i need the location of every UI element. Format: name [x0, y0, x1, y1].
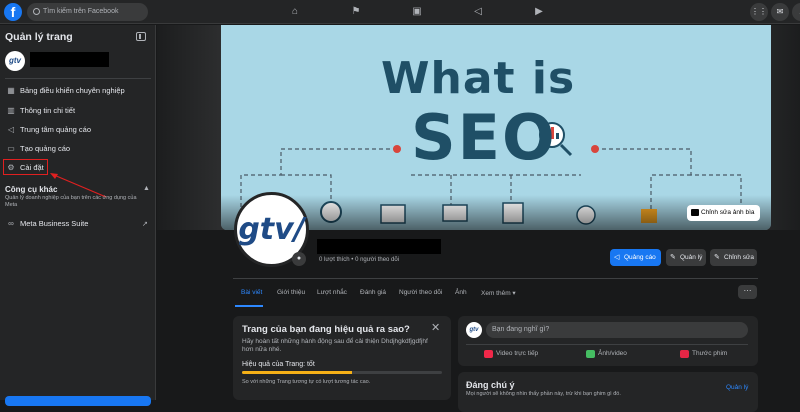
external-link-icon[interactable]: ↗: [142, 220, 148, 228]
reels-label: Thước phim: [692, 350, 728, 357]
sidebar-bottom-button[interactable]: [5, 396, 151, 406]
edit-page-button-label: Chỉnh sửa: [724, 254, 755, 261]
performance-progress-fill: [242, 371, 352, 374]
marketplace-icon[interactable]: ▣: [410, 5, 424, 19]
performance-title: Trang của bạn đang hiệu quả ra sao?: [242, 324, 410, 335]
divider: [466, 344, 748, 345]
page-management-sidebar: Quản lý trang gtv ▦ Bảng điều khiển chuy…: [0, 25, 156, 406]
ads-button[interactable]: ◁ Quảng cáo: [610, 249, 661, 266]
featured-section-card: Đáng chú ý Quản lý Mọi người sẽ không nh…: [458, 372, 758, 412]
flag-icon[interactable]: ⚑: [349, 5, 363, 19]
post-composer-input[interactable]: Bạn đang nghĩ gì?: [486, 322, 748, 338]
page-main: What is SEO Chỉnh sửa ảnh bìa gtv/ ● 0 l…: [157, 25, 800, 412]
more-options-button[interactable]: ···: [738, 285, 757, 299]
featured-title: Đáng chú ý: [466, 380, 515, 390]
manage-button-label: Quản lý: [680, 254, 703, 261]
cover-headline-what-is: What is: [381, 53, 576, 104]
page-performance-card: Trang của bạn đang hiệu quả ra sao? ✕ Hã…: [233, 316, 451, 400]
divider: [233, 278, 758, 279]
home-icon[interactable]: ⌂: [288, 5, 302, 19]
manage-button[interactable]: ✎ Quản lý: [666, 249, 706, 266]
composer-avatar[interactable]: gtv: [466, 322, 482, 338]
edit-cover-button[interactable]: Chỉnh sửa ảnh bìa: [687, 205, 760, 221]
edit-cover-label: Chỉnh sửa ảnh bìa: [701, 209, 755, 216]
page-name-redacted: [317, 239, 441, 254]
sidebar-item-meta-business-suite[interactable]: ∞ Meta Business Suite: [5, 216, 151, 232]
performance-progress-bar: [242, 371, 442, 374]
messenger-icon[interactable]: ✉: [771, 3, 789, 21]
close-icon[interactable]: ✕: [431, 321, 440, 334]
facebook-logo[interactable]: f: [4, 3, 22, 21]
ads-button-label: Quảng cáo: [624, 254, 656, 261]
page-stats[interactable]: 0 lượt thích • 0 người theo dõi: [319, 257, 399, 263]
post-composer: gtv Bạn đang nghĩ gì? Video trực tiếp Ản…: [458, 316, 758, 366]
pencil-icon: ✎: [714, 254, 720, 261]
bell-icon[interactable]: ♪: [792, 3, 800, 21]
live-video-button[interactable]: Video trực tiếp: [484, 348, 538, 360]
megaphone-icon[interactable]: ◁: [471, 5, 485, 19]
tab-photos[interactable]: Ảnh: [455, 289, 467, 296]
tab-mentions[interactable]: Lượt nhắc: [317, 289, 347, 296]
performance-status: Hiệu quả của Trang: tốt: [242, 361, 315, 368]
edit-page-button[interactable]: ✎ Chỉnh sửa: [710, 249, 757, 266]
featured-manage-link[interactable]: Quản lý: [726, 384, 748, 391]
photo-video-button[interactable]: Ảnh/video: [586, 348, 627, 360]
tab-see-more[interactable]: Xem thêm ▾: [481, 289, 516, 297]
tools-icon: ✎: [670, 254, 676, 261]
tab-followers[interactable]: Người theo dõi: [399, 289, 442, 296]
tab-reviews[interactable]: Đánh giá: [360, 289, 386, 296]
reels-icon: [680, 350, 689, 358]
camera-icon[interactable]: ●: [292, 252, 306, 266]
search-icon: [33, 8, 40, 15]
top-navigation-bar: f Tìm kiếm trên Facebook ⌂ ⚑ ▣ ◁ ▶ ⋮⋮ ✉ …: [0, 0, 800, 24]
performance-note: So với những Trang tương tự có lượt tươn…: [242, 379, 371, 385]
cover-headline-seo: SEO: [411, 101, 557, 174]
other-tools-description: Quản lý doanh nghiệp của bạn trên các ứn…: [5, 195, 137, 208]
live-video-label: Video trực tiếp: [496, 350, 539, 357]
tab-about[interactable]: Giới thiệu: [277, 289, 305, 296]
megaphone-icon: ◁: [614, 254, 620, 261]
sidebar-item-label: Meta Business Suite: [20, 219, 89, 228]
tab-posts[interactable]: Bài viết: [241, 289, 262, 296]
other-tools-title: Công cụ khác: [5, 185, 58, 194]
photo-icon: [586, 350, 595, 358]
photo-video-label: Ảnh/video: [598, 350, 627, 357]
featured-description: Mọi người sẽ không nhìn thấy phần này, t…: [466, 391, 621, 397]
performance-description: Hãy hoàn tất những hành động sau để cải …: [242, 338, 428, 353]
cover-photo[interactable]: What is SEO: [221, 25, 771, 230]
camera-icon: [691, 209, 699, 216]
active-tab-indicator: [235, 305, 263, 307]
search-input[interactable]: Tìm kiếm trên Facebook: [27, 3, 148, 21]
menu-grid-icon[interactable]: ⋮⋮: [750, 3, 768, 21]
live-video-icon: [484, 350, 493, 358]
reels-button[interactable]: Thước phim: [680, 348, 727, 360]
chevron-up-icon[interactable]: ▲: [143, 185, 150, 192]
meta-icon: ∞: [8, 219, 14, 228]
watch-icon[interactable]: ▶: [532, 5, 546, 19]
